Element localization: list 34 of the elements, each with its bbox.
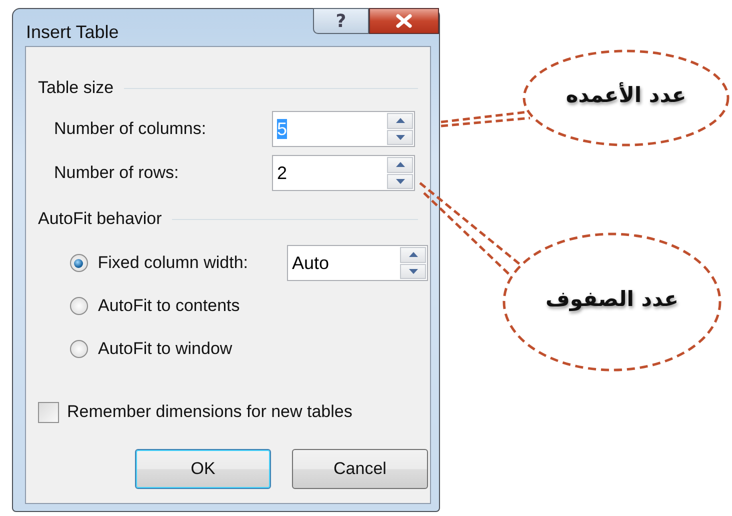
radio-label: AutoFit to window: [98, 339, 234, 359]
cancel-button[interactable]: Cancel: [292, 449, 428, 489]
window-title: Insert Table: [26, 22, 119, 43]
caret-up-icon: [408, 252, 418, 258]
radio-label: Fixed column width:: [98, 253, 249, 273]
field-label: Number of rows:: [53, 163, 180, 183]
ok-button[interactable]: OK: [135, 449, 271, 489]
group-heading: AutoFit behavior: [38, 209, 162, 229]
spin-up-button[interactable]: [387, 157, 413, 172]
help-button[interactable]: ?: [313, 8, 369, 34]
callout-text: عدد الأعمده: [566, 83, 686, 107]
checkbox-label: Remember dimensions for new tables: [67, 402, 352, 422]
callout-text: عدد الصفوف: [546, 287, 678, 311]
spin-field[interactable]: Auto: [286, 245, 428, 281]
caret-down-icon: [408, 268, 418, 274]
close-button[interactable]: [369, 8, 439, 34]
caret-up-icon: [396, 162, 404, 168]
close-icon: [395, 14, 413, 28]
group-heading: Table size: [38, 78, 114, 98]
radio-button[interactable]: [70, 340, 88, 358]
radio-button[interactable]: [70, 254, 88, 272]
caret-up-icon: [396, 118, 404, 124]
spin-down-button[interactable]: [387, 130, 413, 145]
field-label: Number of columns:: [53, 119, 208, 139]
spin-down-button[interactable]: [387, 174, 413, 189]
caret-down-icon: [396, 134, 404, 140]
radio-label: AutoFit to contents: [98, 296, 241, 316]
spin-up-button[interactable]: [400, 247, 426, 262]
checkbox[interactable]: [38, 402, 59, 422]
spin-field[interactable]: 2: [272, 155, 415, 191]
spin-down-button[interactable]: [400, 264, 426, 279]
spin-up-button[interactable]: [387, 113, 413, 128]
radio-button[interactable]: [70, 297, 88, 315]
caret-down-icon: [396, 178, 404, 184]
